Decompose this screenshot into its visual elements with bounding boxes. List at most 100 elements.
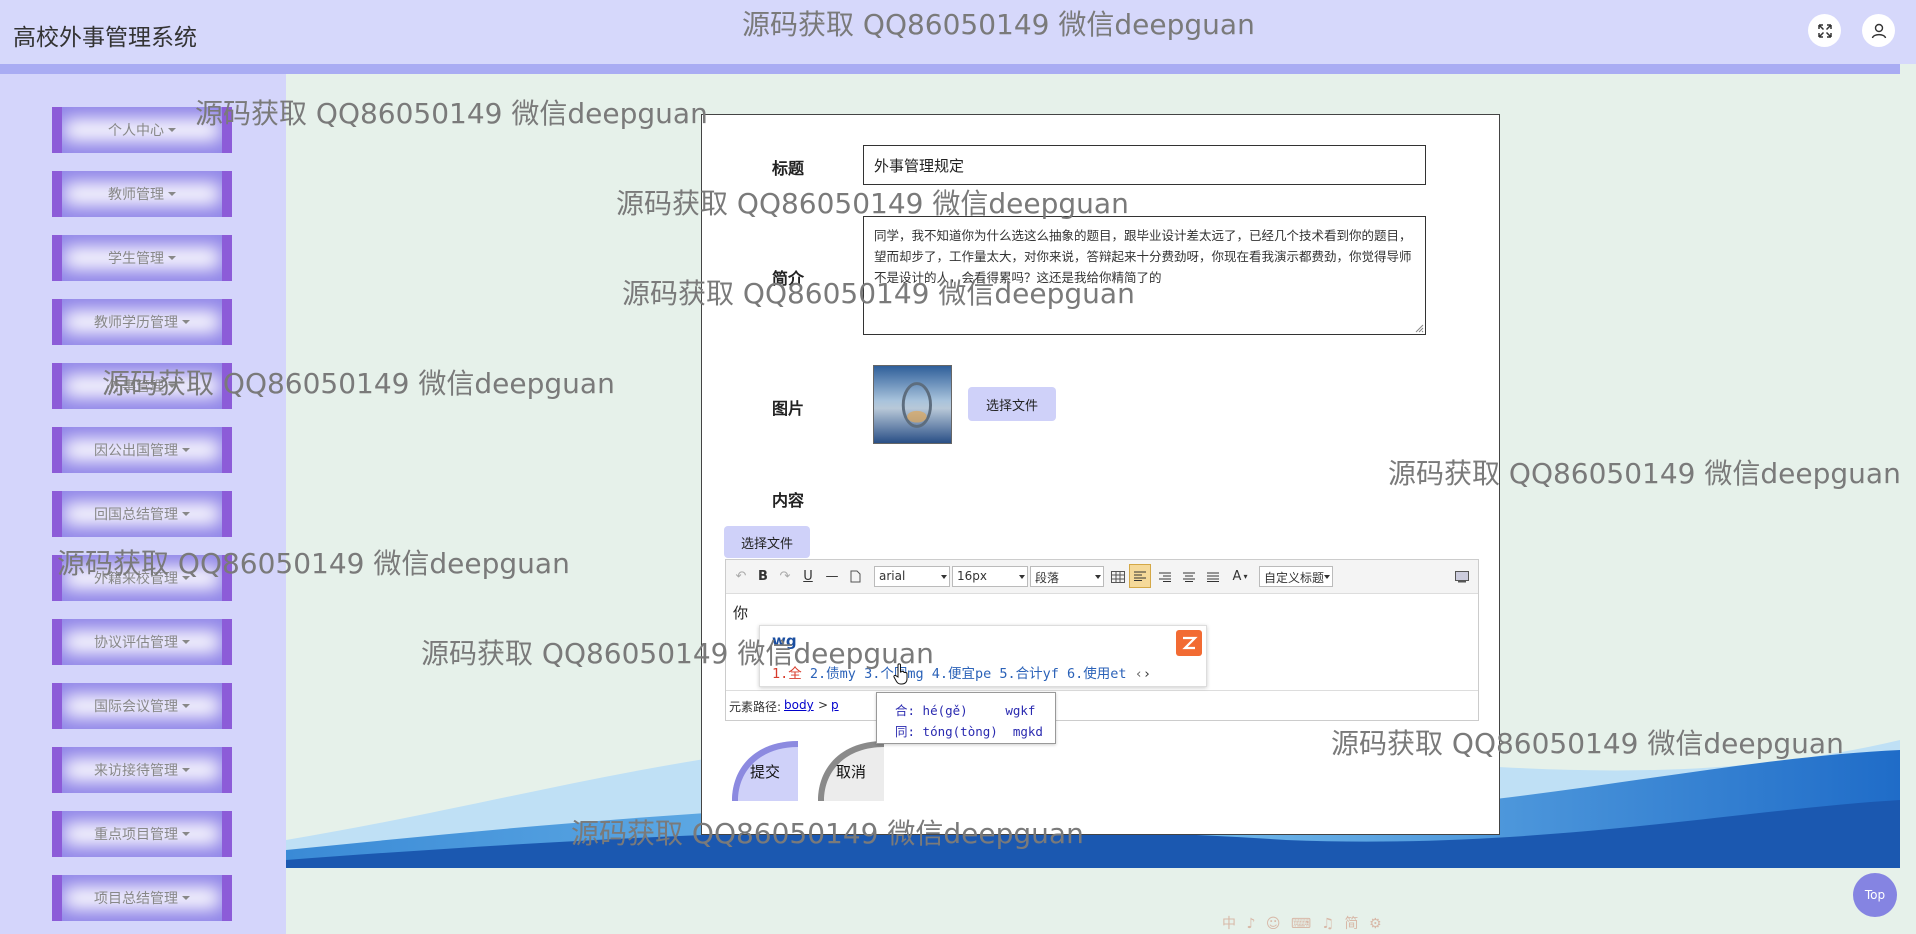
sidebar-item-project-summary[interactable]: 项目总结管理 bbox=[52, 875, 232, 921]
sidebar-item-teacher[interactable]: 教师管理 bbox=[52, 171, 232, 217]
undo-icon[interactable]: ↶ bbox=[734, 567, 748, 586]
custom-title-select[interactable]: 自定义标题 bbox=[1259, 566, 1333, 587]
sidebar-item-foreign-affairs[interactable]: 外事管理 bbox=[52, 363, 232, 409]
choose-image-button[interactable]: 选择文件 bbox=[968, 387, 1056, 421]
align-left-icon[interactable] bbox=[1129, 564, 1151, 588]
user-button[interactable] bbox=[1862, 14, 1895, 47]
caret-down-icon bbox=[182, 448, 190, 452]
image-label: 图片 bbox=[772, 399, 805, 418]
dropdown-arrow-icon bbox=[1324, 575, 1330, 579]
choose-content-file-button[interactable]: 选择文件 bbox=[724, 526, 810, 558]
title-input[interactable] bbox=[863, 145, 1426, 185]
sidebar-item-label: 外籍来校管理 bbox=[94, 571, 178, 587]
font-size-select[interactable]: 16px bbox=[952, 566, 1028, 587]
ime-candidate[interactable]: 2.债my bbox=[810, 666, 856, 682]
dropdown-arrow-icon bbox=[941, 575, 947, 579]
sidebar-item-intl-conference[interactable]: 国际会议管理 bbox=[52, 683, 232, 729]
app-title: 高校外事管理系统 bbox=[13, 25, 197, 51]
ime-candidate[interactable]: 4.便宜pe bbox=[932, 666, 992, 682]
sidebar-item-label: 个人中心 bbox=[108, 123, 164, 139]
sidebar-item-agreement-eval[interactable]: 协议评估管理 bbox=[52, 619, 232, 665]
content-label: 内容 bbox=[772, 491, 805, 510]
sidebar-item-label: 外事管理 bbox=[108, 379, 164, 395]
document-icon[interactable] bbox=[848, 567, 862, 586]
ime-status-tray[interactable]: 中 ♪ ☺ ⌨ ♫ 简 ⚙ bbox=[1222, 913, 1385, 933]
hand-cursor-icon bbox=[893, 663, 908, 685]
fullscreen-icon bbox=[1817, 23, 1832, 38]
element-path-bar: 元素路径: body > p bbox=[726, 690, 1478, 721]
bold-icon[interactable]: B bbox=[756, 567, 770, 586]
image-thumbnail bbox=[873, 365, 952, 444]
resize-grip-icon[interactable] bbox=[1414, 323, 1424, 333]
submit-label: 提交 bbox=[749, 762, 780, 781]
sidebar-item-label: 来访接待管理 bbox=[94, 763, 178, 779]
redo-icon[interactable]: ↷ bbox=[778, 567, 792, 586]
sidebar-item-label: 教师管理 bbox=[108, 187, 164, 203]
caret-down-icon bbox=[182, 896, 190, 900]
paragraph-value: 段落 bbox=[1035, 571, 1060, 585]
path-body-link[interactable]: body bbox=[784, 698, 814, 712]
align-right-icon[interactable] bbox=[1157, 567, 1173, 586]
ime-logo-icon bbox=[1176, 630, 1202, 656]
caret-down-icon bbox=[168, 256, 176, 260]
sidebar-item-official-abroad[interactable]: 因公出国管理 bbox=[52, 427, 232, 473]
sidebar-item-label: 回国总结管理 bbox=[94, 507, 178, 523]
ime-prev-icon[interactable]: ‹ bbox=[1135, 666, 1143, 682]
caret-down-icon bbox=[182, 512, 190, 516]
ime-hint-tooltip: 合: hé(gě) wgkf 同: tóng(tòng) mgkd bbox=[876, 692, 1056, 744]
caret-down-icon bbox=[182, 704, 190, 708]
align-justify-icon[interactable] bbox=[1205, 567, 1221, 586]
sidebar-item-visit-reception[interactable]: 来访接待管理 bbox=[52, 747, 232, 793]
user-icon bbox=[1871, 23, 1886, 38]
sidebar-item-teacher-education[interactable]: 教师学历管理 bbox=[52, 299, 232, 345]
intro-textarea[interactable]: 同学，我不知道你为什么选这么抽象的题目，跟毕业设计差太远了，已经几个技术看到你的… bbox=[863, 216, 1426, 335]
align-center-icon[interactable] bbox=[1181, 567, 1197, 586]
horizontal-rule-icon[interactable]: — bbox=[825, 567, 839, 586]
caret-down-icon bbox=[182, 832, 190, 836]
paragraph-select[interactable]: 段落 bbox=[1030, 566, 1104, 587]
sidebar-item-label: 重点项目管理 bbox=[94, 827, 178, 843]
path-p-link[interactable]: p bbox=[831, 698, 839, 712]
header-strip bbox=[0, 64, 1900, 74]
sidebar-item-label: 国际会议管理 bbox=[94, 699, 178, 715]
cancel-button[interactable]: 取消 bbox=[818, 741, 884, 801]
path-label: 元素路径: bbox=[729, 700, 782, 714]
ime-candidate-window: wg 1.全 2.债my 3.个同mg 4.便宜pe 5.合计yf 6.使用et… bbox=[759, 625, 1207, 687]
font-color-icon[interactable]: A ▾ bbox=[1229, 567, 1251, 586]
editor-body-text: 你 bbox=[733, 604, 749, 622]
sidebar-item-student[interactable]: 学生管理 bbox=[52, 235, 232, 281]
ime-composition: wg bbox=[772, 632, 797, 650]
caret-down-icon bbox=[168, 384, 176, 388]
fullscreen-button[interactable] bbox=[1808, 14, 1841, 47]
font-family-select[interactable]: arial bbox=[874, 566, 950, 587]
ime-next-icon[interactable]: › bbox=[1143, 666, 1151, 682]
table-icon[interactable] bbox=[1110, 567, 1126, 586]
intro-text: 同学，我不知道你为什么选这么抽象的题目，跟毕业设计差太远了，已经几个技术看到你的… bbox=[874, 228, 1412, 285]
underline-icon[interactable]: U bbox=[801, 567, 815, 586]
caret-down-icon bbox=[168, 192, 176, 196]
font-family-value: arial bbox=[879, 569, 906, 583]
intro-label: 简介 bbox=[772, 269, 805, 288]
caret-down-icon bbox=[182, 640, 190, 644]
sidebar-item-foreign-visitors[interactable]: 外籍来校管理 bbox=[52, 555, 232, 601]
caret-down-icon bbox=[168, 128, 176, 132]
sidebar-item-label: 学生管理 bbox=[108, 251, 164, 267]
top-header: 高校外事管理系统 bbox=[0, 0, 1916, 74]
ime-hint-line: 合: hé(gě) wgkf bbox=[895, 703, 1036, 718]
ime-hint-line: 同: tóng(tòng) mgkd bbox=[895, 724, 1043, 739]
dropdown-arrow-icon bbox=[1019, 575, 1025, 579]
sidebar-item-return-summary[interactable]: 回国总结管理 bbox=[52, 491, 232, 537]
edit-form-panel: 标题 简介 同学，我不知道你为什么选这么抽象的题目，跟毕业设计差太远了，已经几个… bbox=[701, 114, 1500, 835]
sidebar-item-key-projects[interactable]: 重点项目管理 bbox=[52, 811, 232, 857]
ime-candidate[interactable]: 6.使用et bbox=[1067, 666, 1127, 682]
sidebar-item-personal-center[interactable]: 个人中心 bbox=[52, 107, 232, 153]
fullscreen-editor-icon[interactable] bbox=[1454, 567, 1470, 586]
submit-button[interactable]: 提交 bbox=[732, 741, 798, 801]
back-to-top-button[interactable]: Top bbox=[1853, 873, 1897, 917]
ime-candidate[interactable]: 1.全 bbox=[772, 666, 802, 682]
path-separator: > bbox=[818, 698, 829, 712]
caret-down-icon bbox=[182, 576, 190, 580]
editor-toolbar: ↶ B ↷ U — arial 16px 段落 A ▾ 自定义标题 bbox=[726, 560, 1478, 594]
ime-candidate[interactable]: 5.合计yf bbox=[999, 666, 1059, 682]
title-label: 标题 bbox=[772, 159, 805, 178]
